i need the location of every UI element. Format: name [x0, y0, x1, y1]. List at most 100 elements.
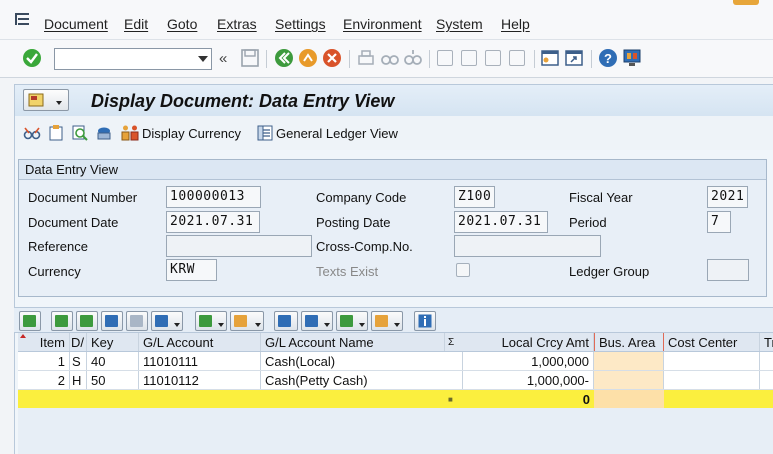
general-ledger-icon[interactable]	[256, 124, 274, 142]
sort-descending-icon	[80, 315, 93, 327]
glasses-icon[interactable]	[23, 124, 41, 142]
fiscal-year-field[interactable]: 2021	[707, 186, 748, 208]
document-overview-icon[interactable]	[47, 124, 65, 142]
help-icon[interactable]: ?	[598, 48, 618, 68]
menu-help[interactable]: Help	[501, 16, 530, 32]
ledger-group-field[interactable]	[707, 259, 749, 281]
table-row[interactable]: 2 H 50 11010112 Cash(Petty Cash) 1,000,0…	[18, 371, 773, 390]
tr-cell	[760, 352, 773, 370]
window-corner-tab[interactable]	[733, 0, 759, 5]
chevron-down-icon	[394, 323, 400, 327]
shortcut-icon[interactable]	[564, 48, 584, 68]
details-button[interactable]	[19, 311, 41, 331]
command-dropdown-icon[interactable]	[198, 56, 208, 62]
menu-edit[interactable]: Edit	[124, 16, 148, 32]
texts-exist-checkbox[interactable]	[456, 263, 470, 277]
menu-document[interactable]: Document	[44, 16, 108, 32]
toolbar-separator	[429, 50, 430, 68]
menu-extras[interactable]: Extras	[217, 16, 257, 32]
zoom-search-icon[interactable]	[71, 124, 89, 142]
confirm-check-icon[interactable]	[22, 48, 42, 68]
column-header-local-amount[interactable]: Local Crcy Amt	[463, 333, 594, 351]
amount-cell: 1,000,000-	[463, 371, 594, 389]
save-icon[interactable]	[240, 48, 260, 68]
find-button[interactable]	[101, 311, 123, 331]
column-header-gl-account-name[interactable]: G/L Account Name	[261, 333, 445, 351]
back-history-icon[interactable]: «	[219, 50, 227, 67]
document-date-field[interactable]: 2021.07.31	[166, 211, 260, 233]
table-row[interactable]: 1 S 40 11010111 Cash(Local) 1,000,000	[18, 352, 773, 371]
details-icon	[23, 315, 36, 327]
filter-button[interactable]	[151, 311, 183, 331]
item-cell: 1	[18, 352, 70, 370]
customize-layout-icon[interactable]	[622, 48, 642, 68]
screen-title-bar: Display Document: Data Entry View	[14, 84, 773, 116]
posting-date-field[interactable]: 2021.07.31	[454, 211, 548, 233]
views-button[interactable]	[301, 311, 333, 331]
information-button[interactable]	[414, 311, 436, 331]
period-label: Period	[569, 215, 607, 230]
document-number-label: Document Number	[28, 190, 138, 205]
create-session-icon[interactable]	[540, 48, 560, 68]
currency-label: Currency	[28, 264, 81, 279]
gl-account-name-cell: Cash(Local)	[261, 352, 463, 370]
menu-environment[interactable]: Environment	[343, 16, 422, 32]
chevron-down-icon	[218, 323, 224, 327]
first-page-icon[interactable]	[437, 50, 453, 66]
cross-comp-no-field[interactable]	[454, 235, 601, 257]
document-date-label: Document Date	[28, 215, 119, 230]
fiscal-year-label: Fiscal Year	[569, 190, 633, 205]
next-page-icon[interactable]	[485, 50, 501, 66]
command-field[interactable]	[54, 48, 212, 70]
previous-page-icon[interactable]	[461, 50, 477, 66]
screen-menu-icon	[28, 93, 44, 107]
display-currency-button[interactable]: Display Currency	[142, 126, 241, 141]
column-header-business-area[interactable]: Bus. Area	[594, 333, 664, 351]
menu-goto[interactable]: Goto	[167, 16, 197, 32]
column-header-key[interactable]: Key	[87, 333, 139, 351]
amount-cell: 1,000,000	[463, 352, 594, 370]
posting-key-cell: 50	[87, 371, 139, 389]
sort-ascending-icon	[55, 315, 68, 327]
toolbar-separator	[591, 50, 592, 68]
reference-label: Reference	[28, 239, 88, 254]
document-number-field[interactable]: 100000013	[166, 186, 261, 208]
company-code-field[interactable]: Z100	[454, 186, 495, 208]
find-icon[interactable]	[380, 48, 400, 68]
total-row: ■ 0	[18, 390, 773, 409]
group-title: Data Entry View	[19, 160, 766, 180]
sort-ascending-button[interactable]	[51, 311, 73, 331]
column-header-cost-center[interactable]: Cost Center	[664, 333, 760, 351]
chevron-down-icon	[324, 323, 330, 327]
cancel-icon[interactable]	[322, 48, 342, 68]
menu-list-icon[interactable]	[14, 12, 30, 26]
gl-account-cell[interactable]: 11010111	[139, 352, 261, 370]
find-next-button[interactable]	[126, 311, 148, 331]
back-icon[interactable]	[274, 48, 294, 68]
period-field[interactable]: 7	[707, 211, 731, 233]
export-button[interactable]	[336, 311, 368, 331]
general-ledger-view-button[interactable]: General Ledger View	[276, 126, 398, 141]
layout-button[interactable]	[371, 311, 403, 331]
gl-account-cell[interactable]: 11010112	[139, 371, 261, 389]
print-preview-button[interactable]	[274, 311, 298, 331]
column-header-gl-account[interactable]: G/L Account	[139, 333, 261, 351]
menu-system[interactable]: System	[436, 16, 483, 32]
find-next-icon[interactable]	[403, 48, 423, 68]
toolbar-separator	[534, 50, 535, 68]
sort-descending-button[interactable]	[76, 311, 98, 331]
reference-field[interactable]	[166, 235, 312, 257]
currency-icon[interactable]	[121, 124, 139, 142]
currency-field[interactable]: KRW	[166, 259, 217, 281]
screen-menu-button[interactable]	[23, 89, 69, 111]
last-page-icon[interactable]	[509, 50, 525, 66]
column-header-tr[interactable]: Tr	[760, 333, 773, 351]
column-header-dc[interactable]: D/	[70, 333, 87, 351]
print-icon[interactable]	[356, 48, 376, 68]
subtotal-button[interactable]	[230, 311, 264, 331]
menu-settings[interactable]: Settings	[275, 16, 326, 32]
display-object-icon[interactable]	[95, 124, 113, 142]
total-button[interactable]	[195, 311, 227, 331]
column-header-item[interactable]: Item	[18, 333, 70, 351]
exit-icon[interactable]	[298, 48, 318, 68]
